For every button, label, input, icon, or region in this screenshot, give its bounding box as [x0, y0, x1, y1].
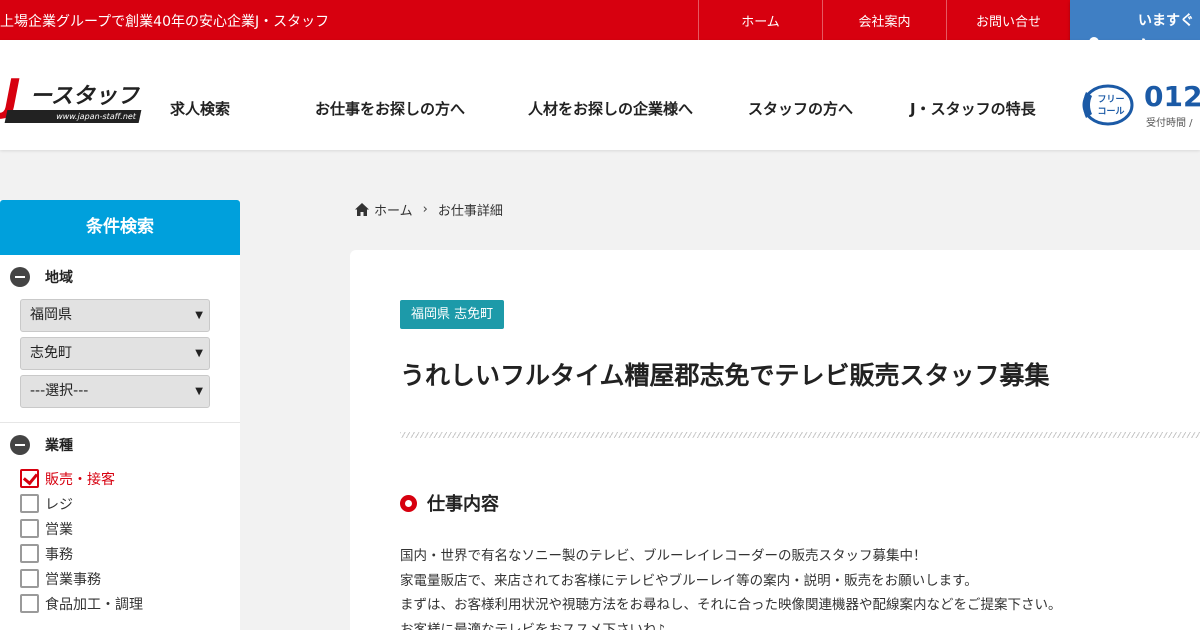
city-select-value: 志免町 [30, 345, 72, 361]
checkbox[interactable] [20, 494, 39, 513]
checkbox[interactable] [20, 594, 39, 613]
cta-top-label: いますぐ [1138, 13, 1194, 29]
breadcrumb-home[interactable]: ホーム [374, 200, 413, 219]
industry-option-label: 営業事務 [45, 572, 101, 588]
industry-option-label: 食品加工・調理 [45, 597, 143, 613]
search-sidebar: 条件検索 地域 福岡県 ▼ 志免町 ▼ ---選択--- ▼ 業種 販売・接客 … [0, 200, 240, 630]
site-logo[interactable]: J ースタッフ www.japan-staff.net [0, 74, 145, 130]
collapse-icon [10, 267, 30, 287]
section-title: 仕事内容 [427, 494, 499, 515]
home-icon [355, 203, 369, 216]
top-nav-contact[interactable]: お問い合せ [946, 0, 1070, 40]
bullet-dot-icon [400, 494, 417, 512]
description-line: お客様に最適なテレビをおススメ下さいね♪ [400, 621, 666, 630]
job-detail-card: 福岡県 志免町 うれしいフルタイム糟屋郡志免でテレビ販売スタッフ募集 仕事内容 … [350, 250, 1200, 630]
logo-text: ースタッフ [30, 84, 139, 109]
top-nav-home[interactable]: ホーム [698, 0, 822, 40]
dropdown-arrow-icon: ▼ [195, 386, 203, 397]
phone-number: 0120 [1144, 80, 1200, 113]
checkbox[interactable] [20, 519, 39, 538]
description-line: まずは、お客様利用状況や視聴方法をお尋ねし、それに合った映像関連機器や配線案内な… [400, 597, 1062, 613]
region-label: 地域 [45, 270, 73, 286]
nav-job-seekers[interactable]: お仕事をお探しの方へ [315, 98, 465, 119]
description-line: 家電量販店で、来店されてお客様にテレビやブルーレイ等の案内・説明・販売をお願いし… [400, 572, 978, 589]
industry-option-label: 事務 [45, 547, 73, 563]
breadcrumb-current: お仕事詳細 [437, 204, 503, 219]
checkbox[interactable] [20, 569, 39, 588]
industry-option-label: 販売・接客 [45, 472, 115, 488]
phone-hours: 受付時間 / [1146, 118, 1193, 129]
description-line: 国内・世界で有名なソニー製のテレビ、ブルーレイレコーダーの販売スタッフ募集中！ [400, 548, 927, 564]
dropdown-arrow-icon: ▼ [195, 348, 203, 359]
prefecture-select[interactable]: 福岡県 ▼ [20, 299, 210, 332]
checkbox-checked[interactable] [20, 469, 39, 488]
breadcrumb: ホーム › お仕事詳細 [355, 200, 503, 219]
industry-option-food[interactable]: 食品加工・調理 [0, 592, 240, 617]
logo-url: www.japan-staff.net [4, 110, 142, 123]
svg-text:フリー: フリー [1097, 94, 1124, 105]
top-nav: ホーム 会社案内 お問い合せ [698, 0, 1070, 40]
job-description: 国内・世界で有名なソニー製のテレビ、ブルーレイレコーダーの販売スタッフ募集中！ … [400, 544, 1200, 630]
site-tagline: 上場企業グループで創業40年の安心企業J・スタッフ [0, 14, 330, 30]
chevron-right-icon: › [422, 202, 428, 217]
free-call-icon: フリー コール [1082, 84, 1134, 126]
job-title: うれしいフルタイム糟屋郡志免でテレビ販売スタッフ募集 [400, 361, 1050, 390]
nav-job-search[interactable]: 求人検索 [170, 98, 230, 119]
svg-text:コール: コール [1097, 106, 1124, 117]
hatched-divider [400, 432, 1200, 438]
region-section-toggle[interactable]: 地域 [0, 255, 240, 299]
site-header: J ースタッフ www.japan-staff.net 求人検索 お仕事をお探し… [0, 40, 1200, 150]
industry-option-cashier[interactable]: レジ [0, 492, 240, 517]
sidebar-title: 条件検索 [0, 200, 240, 255]
dropdown-arrow-icon: ▼ [195, 310, 203, 321]
nav-features[interactable]: J・スタッフの特長 [910, 98, 1036, 119]
checkbox[interactable] [20, 544, 39, 563]
collapse-icon [10, 435, 30, 455]
industry-option-label: レジ [45, 497, 73, 513]
industry-option-sales-office[interactable]: 営業事務 [0, 567, 240, 592]
city-select[interactable]: 志免町 ▼ [20, 337, 210, 370]
industry-option-sales-rep[interactable]: 営業 [0, 517, 240, 542]
location-badge: 福岡県 志免町 [400, 300, 505, 329]
top-bar: 上場企業グループで創業40年の安心企業J・スタッフ ホーム 会社案内 お問い合せ [0, 0, 1200, 40]
top-nav-company[interactable]: 会社案内 [822, 0, 946, 40]
industry-label: 業種 [45, 438, 73, 454]
section-heading: 仕事内容 [400, 490, 499, 516]
area-select-value: ---選択--- [30, 383, 89, 399]
industry-section-toggle[interactable]: 業種 [0, 423, 240, 467]
industry-option-label: 営業 [45, 522, 73, 538]
nav-companies[interactable]: 人材をお探しの企業様へ [528, 98, 693, 119]
prefecture-select-value: 福岡県 [30, 307, 72, 323]
industry-option-sales[interactable]: 販売・接客 [0, 467, 240, 492]
area-select[interactable]: ---選択--- ▼ [20, 375, 210, 408]
nav-staff[interactable]: スタッフの方へ [748, 98, 853, 119]
industry-option-office[interactable]: 事務 [0, 542, 240, 567]
